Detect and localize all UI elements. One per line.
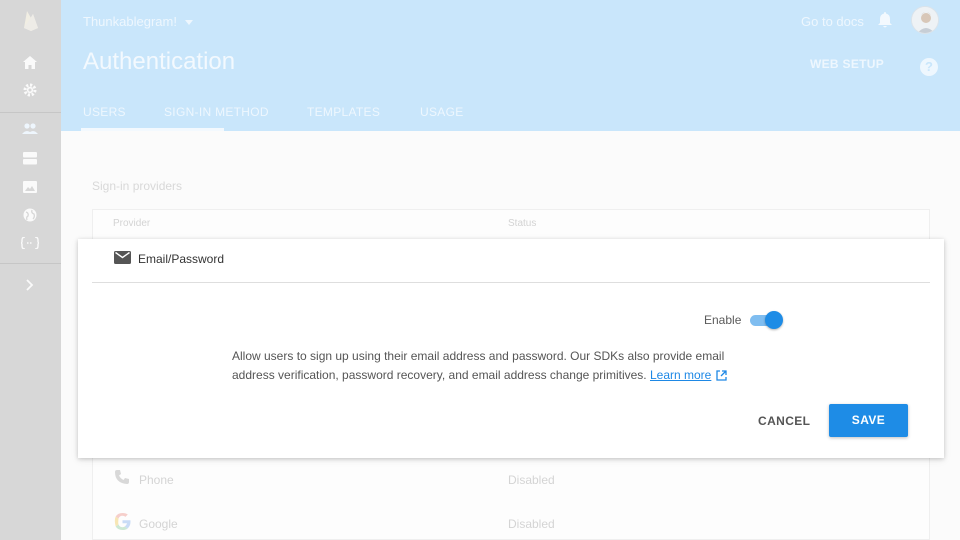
project-selector[interactable]: Thunkablegram!: [83, 14, 193, 29]
provider-description: Allow users to sign up using their email…: [232, 347, 762, 387]
tab-sign-in-method[interactable]: SIGN-IN METHOD: [164, 105, 269, 119]
learn-more-link[interactable]: Learn more: [650, 368, 711, 382]
firebase-logo[interactable]: [21, 9, 41, 31]
google-icon: [114, 513, 131, 535]
page-title: Authentication: [83, 48, 236, 75]
app-header: Thunkablegram! Authentication Go to docs…: [61, 0, 960, 131]
chevron-down-icon: [184, 20, 193, 26]
tab-templates[interactable]: TEMPLATES: [307, 105, 380, 119]
provider-status: Disabled: [508, 517, 555, 531]
storage-icon[interactable]: [22, 179, 38, 195]
rail-divider: [0, 263, 61, 264]
tab-usage[interactable]: USAGE: [420, 105, 464, 119]
settings-icon[interactable]: [22, 82, 38, 98]
section-title: Sign-in providers: [92, 179, 183, 193]
enable-toggle[interactable]: [750, 310, 784, 330]
notifications-bell-icon[interactable]: [878, 12, 892, 33]
save-button[interactable]: SAVE: [829, 404, 908, 437]
active-tab-indicator: [81, 128, 224, 131]
enable-label: Enable: [704, 313, 742, 327]
mail-icon: [114, 251, 131, 269]
phone-icon: [115, 470, 129, 489]
users-icon[interactable]: [22, 121, 38, 137]
project-name: Thunkablegram!: [83, 14, 177, 29]
expand-icon[interactable]: [22, 277, 38, 293]
functions-icon[interactable]: [21, 235, 39, 251]
tab-users[interactable]: USERS: [83, 105, 126, 119]
user-avatar[interactable]: [911, 6, 939, 34]
left-nav-rail: [0, 0, 61, 540]
database-icon[interactable]: [22, 150, 38, 166]
column-header-provider: Provider: [113, 218, 151, 229]
external-link-icon[interactable]: [716, 368, 728, 387]
email-password-provider-panel: Email/Password Enable Allow users to sig…: [78, 239, 944, 458]
rail-divider: [0, 112, 61, 113]
hosting-icon[interactable]: [22, 207, 38, 223]
column-header-status: Status: [508, 218, 537, 229]
go-to-docs-link[interactable]: Go to docs: [801, 14, 864, 29]
provider-name: Phone: [139, 473, 174, 487]
provider-name: Google: [139, 517, 178, 531]
cancel-button[interactable]: CANCEL: [758, 414, 810, 428]
toggle-knob: [765, 311, 783, 329]
provider-name: Email/Password: [138, 252, 225, 266]
help-icon[interactable]: ?: [920, 58, 938, 76]
home-icon[interactable]: [22, 54, 38, 70]
provider-status: Disabled: [508, 473, 555, 487]
web-setup-button[interactable]: WEB SETUP: [810, 57, 884, 71]
divider: [92, 282, 930, 283]
